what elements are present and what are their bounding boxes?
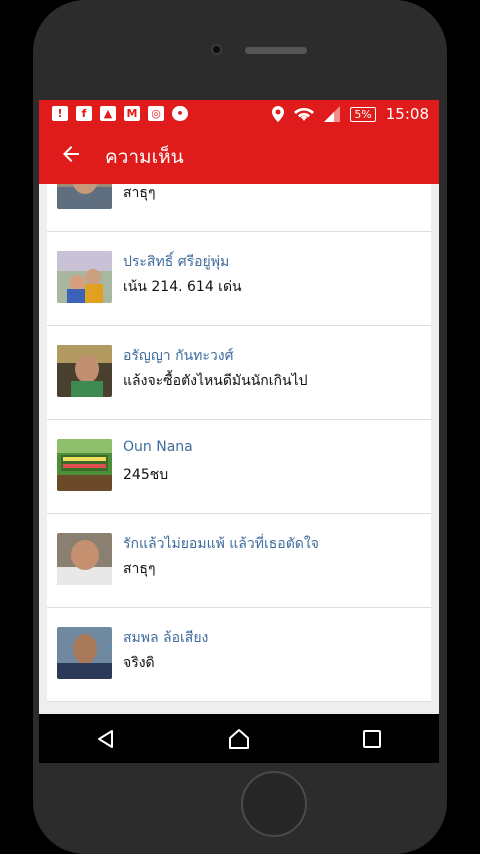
alert-icon: ! (52, 106, 68, 121)
triangle-back-icon (97, 729, 113, 748)
wifi-icon (294, 107, 315, 121)
gmail-icon: M (124, 106, 140, 121)
battery-indicator: 5% (350, 106, 376, 122)
screen: ! f ▲ M ◎ • 5% 15:08 ความเห็น สาธุๆ ประส… (39, 100, 439, 763)
comment-text: สาธุๆ (123, 561, 156, 577)
back-arrow-icon[interactable] (59, 142, 83, 166)
line-icon: • (172, 106, 188, 121)
app-toolbar: ความเห็น (39, 128, 439, 184)
commenter-name[interactable]: สมพล ล้อเสียง (123, 627, 208, 649)
comments-list: สาธุๆ ประสิทธิ์ ศรีอยู่พุ่ม เน้น 214. 61… (47, 184, 431, 702)
comments-list-container[interactable]: สาธุๆ ประสิทธิ์ ศรีอยู่พุ่ม เน้น 214. 61… (39, 184, 439, 714)
status-right: 5% 15:08 (272, 105, 429, 123)
avatar[interactable] (57, 184, 112, 209)
status-bar: ! f ▲ M ◎ • 5% 15:08 (39, 100, 439, 128)
image-icon: ▲ (100, 106, 116, 121)
avatar[interactable] (57, 345, 112, 397)
avatar[interactable] (57, 533, 112, 585)
nav-recents-button[interactable] (360, 727, 384, 751)
notification-icons: ! f ▲ M ◎ • (52, 106, 188, 121)
nav-back-button[interactable] (94, 727, 118, 751)
avatar[interactable] (57, 439, 112, 491)
earpiece-speaker (245, 47, 307, 54)
home-icon (228, 728, 249, 749)
comment-item[interactable]: รักแล้วไม่ยอมแพ้ แล้วที่เธอตัดใจ สาธุๆ (47, 514, 431, 608)
commenter-name[interactable]: อรัญญา กันทะวงศ์ (123, 345, 233, 367)
system-nav-bar (39, 714, 439, 763)
front-camera (211, 44, 222, 55)
home-hardware-button[interactable] (241, 771, 307, 837)
instagram-icon: ◎ (148, 106, 164, 121)
comment-text: เน้น 214. 614 เด่น (123, 279, 242, 295)
page-title: ความเห็น (105, 146, 184, 168)
comment-item[interactable]: อรัญญา กันทะวงศ์ แล้งจะซื้อตังไหนดีมันนั… (47, 326, 431, 420)
location-icon (272, 106, 285, 122)
avatar[interactable] (57, 627, 112, 679)
avatar[interactable] (57, 251, 112, 303)
comment-text: 245ชบ (123, 467, 169, 483)
commenter-name[interactable]: Oun Nana (123, 439, 193, 455)
comment-item[interactable]: ประสิทธิ์ ศรีอยู่พุ่ม เน้น 214. 614 เด่น (47, 232, 431, 326)
comment-item[interactable]: สาธุๆ (47, 184, 431, 232)
square-recents-icon (363, 729, 382, 748)
comment-text: จริงดิ (123, 655, 155, 671)
nav-home-button[interactable] (227, 727, 251, 751)
comment-item[interactable]: สมพล ล้อเสียง จริงดิ (47, 608, 431, 702)
comment-text: สาธุๆ (123, 185, 156, 201)
comment-text: แล้งจะซื้อตังไหนดีมันนักเกินไป (123, 373, 308, 389)
commenter-name[interactable]: ประสิทธิ์ ศรีอยู่พุ่ม (123, 251, 229, 273)
facebook-icon: f (76, 106, 92, 121)
clock: 15:08 (385, 105, 429, 123)
signal-icon (324, 106, 341, 122)
commenter-name[interactable]: รักแล้วไม่ยอมแพ้ แล้วที่เธอตัดใจ (123, 533, 319, 555)
comment-item[interactable]: Oun Nana 245ชบ (47, 420, 431, 514)
